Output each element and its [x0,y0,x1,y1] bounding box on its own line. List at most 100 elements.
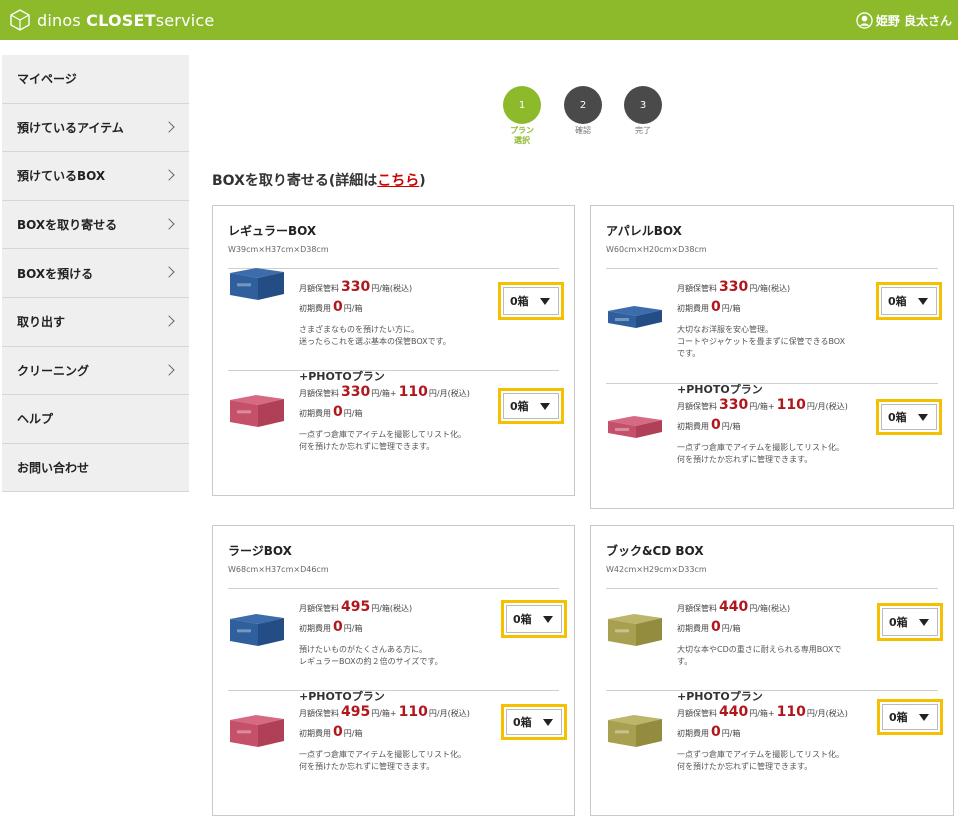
hexagon-logo-icon [10,9,30,31]
divider [606,588,938,589]
monthly-fee-unit: 円/箱(税込) [371,604,413,613]
sidebar-item-label: お問い合わせ [17,461,90,476]
initial-fee-amount: 0 [333,724,343,740]
photo-plan-description: 一点ずつ倉庫でアイテムを撮影してリスト化。 何を預けたか忘れずに管理できます。 [677,749,848,773]
quantity-select-box[interactable]: 0箱 [506,605,562,633]
step-label: 完了 [635,126,651,135]
photo-plan-info: +PHOTOプラン 月額保管料 330 円/箱+ 110 円/月(税込) 初期費用 0 円/箱一… [299,371,470,453]
quantity-select-box[interactable]: 0箱 [882,608,938,636]
initial-fee-unit: 円/箱 [343,304,363,313]
sidebar-item[interactable]: マイページ [2,55,189,104]
step-3: 3 完了 [624,86,662,136]
initial-fee-label: 初期費用 [299,729,331,738]
description-line: レギュラーBOXの約２倍のサイズです。 [299,657,443,666]
photo-fee-unit: 円/月(税込) [428,709,470,718]
photo-fee-amount: 110 [398,704,428,720]
sidebar-item[interactable]: BOXを取り寄せる [2,200,189,250]
sidebar-item[interactable]: 預けているアイテム [2,103,189,153]
monthly-fee: 月額保管料 330 円/箱(税込) [677,279,845,301]
plan-info: 月額保管料 330 円/箱(税込) 初期費用 0 円/箱 さまざまなものを預けたい方に。 迷っ… [299,279,451,348]
caret-down-icon [543,718,553,726]
logo[interactable]: dinos CLOSETservice [9,9,214,31]
sidebar-item[interactable]: BOXを預ける [2,249,189,298]
sidebar-item[interactable]: 取り出す [2,297,189,347]
monthly-fee-unit: 円/箱+ [749,709,775,718]
sidebar-item[interactable]: ヘルプ [2,395,189,444]
initial-fee-label: 初期費用 [299,624,331,633]
box-image-photo [228,389,286,429]
photo-fee-unit: 円/月(税込) [806,402,848,411]
caret-down-icon [919,618,929,626]
monthly-fee: 月額保管料 330 円/箱(税込) [299,279,451,301]
description-line: さまざまなものを預けたい方に。 [299,325,419,334]
step-number: 1 [503,86,541,124]
monthly-fee-amount: 330 [719,279,749,295]
box-image [606,608,664,648]
monthly-fee: 月額保管料 495 円/箱(税込) [299,599,443,621]
monthly-fee-amount: 495 [341,599,371,615]
initial-fee-label: 初期費用 [677,729,709,738]
progress-steps: 1 プラン 選択 2 確認 3 完了 [503,86,673,150]
description-line: 大切なお洋服を安心管理。 [677,325,773,334]
monthly-fee: 月額保管料 440 円/箱(税込) [677,600,841,621]
quantity-select-photo[interactable]: 0箱 [501,704,567,740]
box-image [228,262,286,302]
chevron-right-icon [163,315,175,327]
quantity-select-box[interactable]: 0箱 [506,709,562,735]
monthly-fee: 月額保管料 440 円/箱+ 110 円/月(税込) [677,705,848,726]
initial-fee: 初期費用 0 円/箱 [677,725,848,746]
description-line: 一点ずつ倉庫でアイテムを撮影してリスト化。 [677,750,844,759]
initial-fee-amount: 0 [711,619,721,635]
monthly-fee-label: 月額保管料 [677,402,717,411]
quantity-select-box[interactable]: 0箱 [882,704,938,730]
details-link[interactable]: こちら [377,173,419,189]
step-1: 1 プラン 選択 [503,86,541,146]
initial-fee-label: 初期費用 [677,422,709,431]
plan-info: 月額保管料 495 円/箱(税込) 初期費用 0 円/箱 預けたいものがたくさんある方に。レ… [299,599,443,668]
card-dimensions: W42cm×H29cm×D33cm [606,565,707,574]
sidebar-item-label: クリーニング [17,363,90,378]
box-image-photo [606,402,664,442]
divider [228,588,559,589]
description-line: 何を預けたか忘れずに管理できます。 [299,442,435,451]
initial-fee-label: 初期費用 [677,304,709,313]
box-image [228,608,286,648]
caret-down-icon [540,297,550,305]
sidebar-item[interactable]: お問い合わせ [2,443,189,493]
sidebar-item-label: 預けているBOX [17,169,106,184]
chevron-right-icon [163,266,175,279]
monthly-fee-unit: 円/箱(税込) [749,284,791,293]
photo-plan-description: 一点ずつ倉庫でアイテムを撮影してリスト化。 何を預けたか忘れずに管理できます。 [299,749,470,773]
quantity-select-photo[interactable]: 0箱 [877,699,943,735]
card-title: アパレルBOX [606,224,682,238]
sidebar-nav: マイページ 預けているアイテム預けているBOX BOXを取り寄せる BOXを預ける 取り… [2,55,189,493]
initial-fee-unit: 円/箱 [343,409,363,418]
user-menu[interactable]: 姫野 良太さん [856,12,952,29]
quantity-select-box[interactable]: 0箱 [503,287,559,315]
quantity-select-box[interactable]: 0箱 [881,287,937,315]
quantity-select-photo[interactable]: 0箱 [498,388,564,424]
step-label-line2: 選択 [514,136,530,145]
logo-text: dinos CLOSETservice [37,11,214,30]
monthly-fee-amount: 330 [341,279,371,295]
quantity-select[interactable]: 0箱 [498,282,564,320]
quantity-select-photo[interactable]: 0箱 [876,399,942,435]
quantity-select[interactable]: 0箱 [501,600,567,638]
description-line: コートやジャケットを畳まずに保管できるBOX [677,337,846,346]
chevron-right-icon [163,363,175,376]
top-header: dinos CLOSETservice 姫野 良太さん [0,0,958,40]
photo-plan-name: +PHOTOプラン [299,370,385,383]
caret-down-icon [918,297,928,305]
quantity-select-box[interactable]: 0箱 [503,393,559,419]
initial-fee-unit: 円/箱 [721,304,741,313]
initial-fee-amount: 0 [333,619,343,635]
quantity-value: 0箱 [888,411,907,424]
quantity-select-box[interactable]: 0箱 [881,404,937,430]
quantity-select[interactable]: 0箱 [876,282,942,320]
quantity-select[interactable]: 0箱 [877,603,943,641]
sidebar-item[interactable]: クリーニング [2,346,189,396]
sidebar-item[interactable]: 預けているBOX [2,152,189,201]
description-line: す。 [677,657,693,666]
initial-fee: 初期費用 0 円/箱 [677,418,848,439]
description-line: 何を預けたか忘れずに管理できます。 [299,762,435,771]
